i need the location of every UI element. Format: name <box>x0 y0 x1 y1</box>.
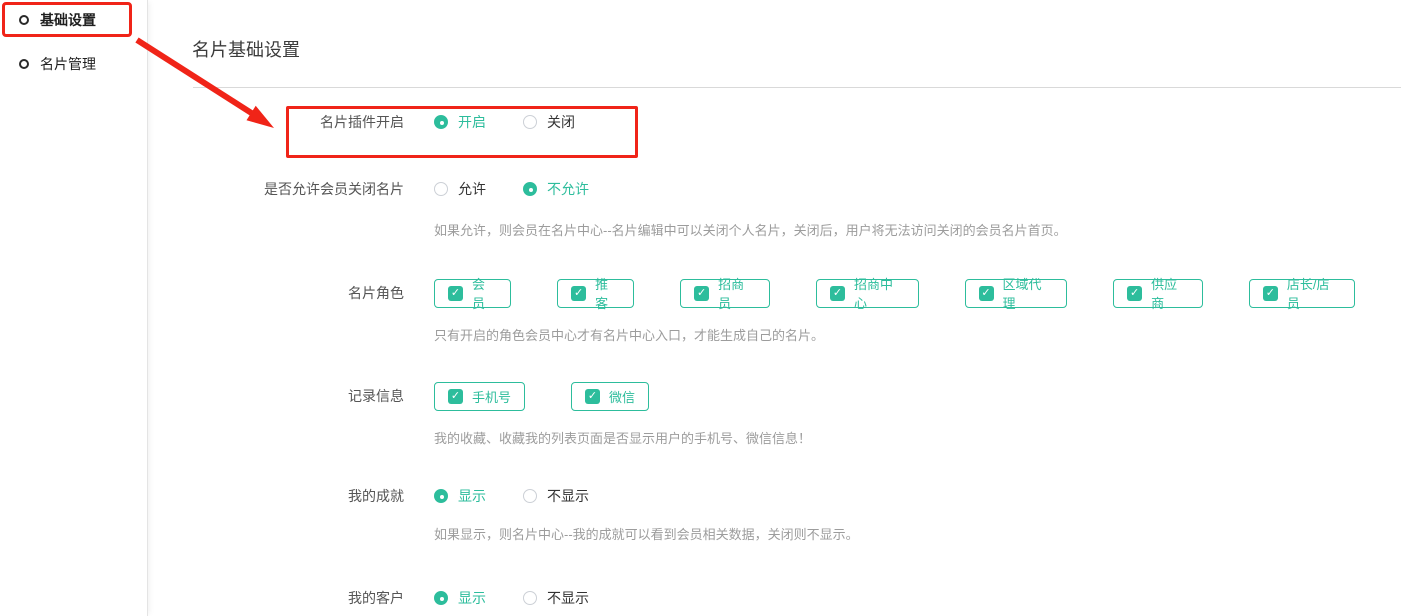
checkbox-checked-icon: ✓ <box>979 286 994 301</box>
radio-label: 开启 <box>458 112 486 132</box>
checkbox-checked-icon: ✓ <box>830 286 845 301</box>
form-row-card-roles: 名片角色 ✓ 会员 ✓ 推客 ✓ 招商员 ✓ 招商中心 ✓ 区域代理 <box>192 278 1401 308</box>
checkbox-label: 推客 <box>595 274 620 312</box>
divider <box>193 87 1401 88</box>
help-text-card-roles: 只有开启的角色会员中心才有名片中心入口，才能生成自己的名片。 <box>434 325 824 344</box>
form-label: 名片插件开启 <box>192 112 404 132</box>
radio-option-hide[interactable]: 不显示 <box>523 588 589 608</box>
help-text-my-achievement: 如果显示，则名片中心--我的成就可以看到会员相关数据，关闭则不显示。 <box>434 524 859 543</box>
checkbox-label: 微信 <box>609 387 635 406</box>
checkbox-chip-shopkeeper[interactable]: ✓ 店长/店员 <box>1249 279 1355 308</box>
sidebar-item-basic-settings[interactable]: 基础设置 <box>0 3 147 37</box>
checkbox-label: 会员 <box>472 274 497 312</box>
radio-unselected-icon <box>434 182 448 196</box>
radio-option-show[interactable]: 显示 <box>434 486 486 506</box>
checkbox-chip-recruiter[interactable]: ✓ 招商员 <box>680 279 770 308</box>
radio-label: 允许 <box>458 179 486 199</box>
radio-unselected-icon <box>523 115 537 129</box>
form-row-card-plugin-switch: 名片插件开启 开启 关闭 <box>192 112 612 132</box>
checkbox-chip-wechat[interactable]: ✓ 微信 <box>571 382 649 411</box>
checkbox-checked-icon: ✓ <box>448 286 463 301</box>
page-title: 名片基础设置 <box>192 36 300 62</box>
checkbox-chip-regional-agent[interactable]: ✓ 区域代理 <box>965 279 1068 308</box>
form-row-allow-close-card: 是否允许会员关闭名片 允许 不允许 <box>192 179 626 199</box>
radio-option-on[interactable]: 开启 <box>434 112 486 132</box>
form-label: 名片角色 <box>192 283 404 303</box>
sidebar-item-card-management[interactable]: 名片管理 <box>0 47 147 81</box>
sidebar: 基础设置 名片管理 <box>0 0 148 616</box>
radio-selected-icon <box>434 489 448 503</box>
radio-selected-icon <box>523 182 537 196</box>
checkbox-label: 招商员 <box>718 274 756 312</box>
checkbox-checked-icon: ✓ <box>1263 286 1278 301</box>
form-row-my-achievement: 我的成就 显示 不显示 <box>192 486 626 506</box>
form-label: 我的客户 <box>192 588 404 608</box>
radio-label: 不允许 <box>547 179 589 199</box>
form-label: 我的成就 <box>192 486 404 506</box>
checkbox-chip-phone[interactable]: ✓ 手机号 <box>434 382 525 411</box>
checkbox-label: 手机号 <box>472 387 511 406</box>
checkbox-chip-recruit-center[interactable]: ✓ 招商中心 <box>816 279 919 308</box>
form-row-record-info: 记录信息 ✓ 手机号 ✓ 微信 <box>192 381 695 411</box>
main-content: 名片基础设置 名片插件开启 开启 关闭 是否允许会员关闭名片 允许 不允许 <box>192 0 1401 616</box>
radio-label: 关闭 <box>547 112 575 132</box>
checkbox-chip-promoter[interactable]: ✓ 推客 <box>557 279 634 308</box>
radio-unselected-icon <box>523 591 537 605</box>
form-label: 记录信息 <box>192 386 404 406</box>
checkbox-label: 区域代理 <box>1003 274 1054 312</box>
checkbox-label: 招商中心 <box>854 274 905 312</box>
checkbox-checked-icon: ✓ <box>585 389 600 404</box>
checkbox-label: 店长/店员 <box>1287 274 1341 312</box>
radio-option-allow[interactable]: 允许 <box>434 179 486 199</box>
sidebar-item-label: 基础设置 <box>40 10 96 30</box>
radio-label: 不显示 <box>547 588 589 608</box>
radio-option-off[interactable]: 关闭 <box>523 112 575 132</box>
help-text-record-info: 我的收藏、收藏我的列表页面是否显示用户的手机号、微信信息！ <box>434 428 811 447</box>
radio-unselected-icon <box>523 489 537 503</box>
radio-label: 显示 <box>458 588 486 608</box>
radio-option-show[interactable]: 显示 <box>434 588 486 608</box>
help-text-allow-close-card: 如果允许，则会员在名片中心--名片编辑中可以关闭个人名片，关闭后，用户将无法访问… <box>434 220 1067 239</box>
form-label: 是否允许会员关闭名片 <box>192 179 404 199</box>
radio-option-hide[interactable]: 不显示 <box>523 486 589 506</box>
radio-label: 不显示 <box>547 486 589 506</box>
checkbox-checked-icon: ✓ <box>571 286 586 301</box>
radio-selected-icon <box>434 591 448 605</box>
checkbox-chip-member[interactable]: ✓ 会员 <box>434 279 511 308</box>
checkbox-label: 供应商 <box>1151 274 1189 312</box>
checkbox-checked-icon: ✓ <box>448 389 463 404</box>
checkbox-checked-icon: ✓ <box>694 286 709 301</box>
form-row-my-customers: 我的客户 显示 不显示 <box>192 588 626 608</box>
radio-option-disallow[interactable]: 不允许 <box>523 179 589 199</box>
circle-icon <box>19 15 29 25</box>
radio-selected-icon <box>434 115 448 129</box>
circle-icon <box>19 59 29 69</box>
checkbox-checked-icon: ✓ <box>1127 286 1142 301</box>
sidebar-item-label: 名片管理 <box>40 54 96 74</box>
radio-label: 显示 <box>458 486 486 506</box>
checkbox-chip-supplier[interactable]: ✓ 供应商 <box>1113 279 1203 308</box>
